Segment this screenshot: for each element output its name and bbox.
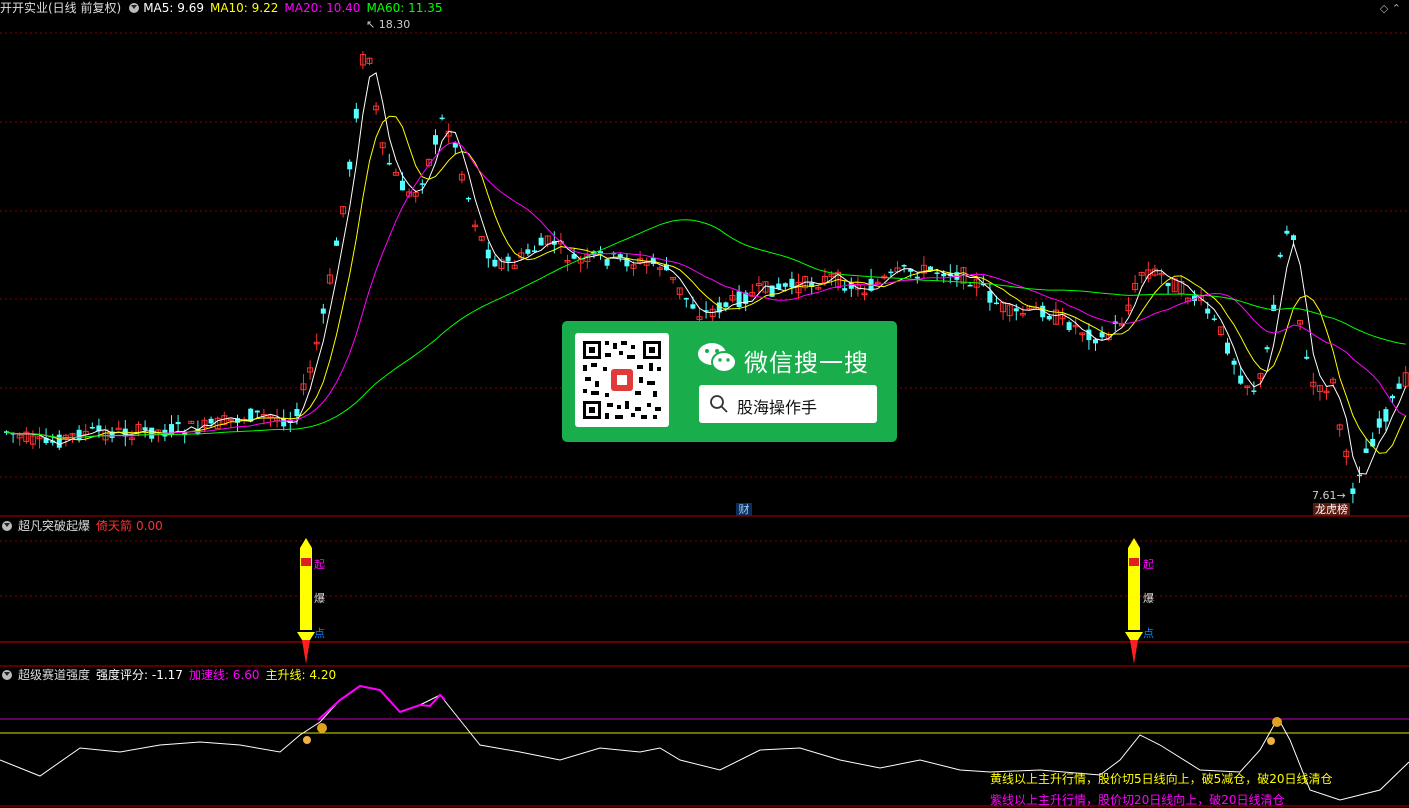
money-bag-icon-2: [1272, 717, 1282, 727]
rocket-1-fins: [297, 632, 315, 640]
wechat-title: 微信搜一搜: [744, 349, 869, 377]
high-price-label: ↖ 18.30: [366, 18, 411, 31]
rocket-1-nose: [300, 538, 312, 548]
qr-code-image: [583, 341, 661, 419]
low-price-label: 7.61→: [1312, 489, 1346, 502]
rocket1-label-bao: 爆: [314, 592, 325, 605]
qr-code[interactable]: [575, 333, 669, 427]
money-bag-icon-1: [317, 723, 327, 733]
candle-body-158: [1046, 315, 1052, 320]
rocket-2-flame: [1130, 640, 1138, 664]
low-price-value: 7.61: [1312, 489, 1337, 502]
candle-body-208: [1376, 418, 1382, 428]
candle-body-63: [419, 183, 425, 185]
candle-body-48: [320, 308, 326, 314]
candle-body-182: [1205, 308, 1211, 314]
candle-body-118: [782, 283, 788, 287]
candle-body-21: [142, 427, 148, 431]
candle-body-197: [1304, 356, 1310, 359]
rocket-1-flame: [302, 640, 310, 664]
candle-body-66: [439, 117, 445, 120]
candle-body-191: [1264, 347, 1270, 350]
rule-yellow-text: 黄线以上主升行情，股价切5日线向上，破5减仓，破20日线清仓: [990, 772, 1333, 786]
candle-body-193: [1277, 254, 1283, 257]
rocket2-label-qi: 起: [1143, 558, 1154, 571]
candle-body-26: [175, 422, 181, 425]
rockets: [297, 538, 1143, 664]
candle-body-165: [1093, 339, 1098, 344]
candle-body-38: [254, 410, 260, 413]
candle-body-176: [1165, 282, 1171, 287]
candle-body-210: [1390, 395, 1395, 399]
wechat-search-text: 股海操作手: [737, 398, 818, 417]
candle-body-211: [1396, 383, 1402, 389]
candle-body-187: [1238, 375, 1244, 384]
rocket2-label-dian: 点: [1143, 627, 1154, 640]
candle-body-58: [386, 162, 392, 165]
candle-body-81: [538, 237, 544, 246]
candle-body-138: [914, 276, 920, 279]
candle-body-31: [208, 418, 214, 424]
candle-body-206: [1363, 448, 1369, 453]
candle-body-205: [1357, 474, 1362, 477]
candle-body-119: [789, 278, 795, 288]
rocket1-label-dian: 点: [314, 627, 325, 640]
candle-body-79: [525, 249, 531, 254]
rule-purple-text: 紫线以上主升行情，股价切20日线向上，破20日线清仓: [990, 793, 1285, 807]
candle-body-140: [928, 266, 933, 271]
candle-body-194: [1284, 230, 1290, 234]
rocket-2-nose: [1128, 538, 1140, 548]
high-price-value: 18.30: [378, 18, 411, 31]
candle-body-161: [1066, 322, 1072, 331]
candle-body-60: [400, 180, 405, 191]
candle-body-153: [1013, 308, 1019, 312]
candle-body-204: [1350, 488, 1356, 494]
candle-body-53: [353, 108, 359, 119]
search-icon: [710, 395, 728, 413]
candle-body-103: [683, 297, 689, 300]
candle-body-109: [723, 302, 729, 307]
candle-body-127: [842, 288, 848, 291]
candle-body-76: [505, 256, 511, 262]
candle-body-146: [967, 284, 973, 287]
candle-body-65: [433, 135, 438, 145]
candle-body-104: [690, 304, 696, 309]
candle-body-183: [1211, 318, 1217, 320]
wechat-search-card[interactable]: 微信搜一搜 股海操作手: [562, 321, 897, 442]
candle-body-73: [485, 249, 491, 259]
candle-body-189: [1251, 390, 1257, 392]
candle-body-149: [987, 291, 993, 303]
candle-body-150: [994, 302, 999, 305]
dragon-tiger-mark[interactable]: 龙虎榜: [1313, 503, 1350, 516]
candle-body-185: [1225, 342, 1230, 354]
candle-body-134: [888, 271, 894, 274]
accel-segment: [317, 684, 446, 721]
candle-body-141: [934, 272, 940, 274]
candle-body-8: [56, 434, 62, 448]
candle-body-195: [1291, 235, 1296, 241]
hand-icon-1: [303, 736, 311, 744]
rocket-1-band: [301, 558, 311, 566]
rocket-2-band: [1129, 558, 1139, 566]
candle-body-74: [492, 259, 498, 267]
candle-body-209: [1383, 409, 1389, 422]
rocket1-label-qi: 起: [314, 558, 325, 571]
candle-body-70: [466, 197, 471, 200]
candle-body-11: [76, 429, 82, 441]
candle-body-50: [334, 240, 339, 246]
candle-body-136: [901, 265, 907, 267]
wechat-search-box[interactable]: 股海操作手: [699, 385, 877, 423]
candle-body-52: [347, 161, 353, 170]
candle-body-91: [604, 259, 610, 266]
candle-body-13: [89, 427, 95, 429]
rocket2-label-bao: 爆: [1143, 592, 1154, 605]
candle-body-44: [294, 408, 300, 417]
hand-icon-2: [1267, 737, 1275, 745]
wechat-logo-icon: [698, 343, 737, 373]
finance-event-mark[interactable]: 财: [736, 503, 752, 516]
candle-body-186: [1231, 360, 1237, 365]
candle-body-111: [736, 291, 742, 308]
candle-body-207: [1370, 438, 1376, 447]
rocket-2-fins: [1125, 632, 1143, 640]
